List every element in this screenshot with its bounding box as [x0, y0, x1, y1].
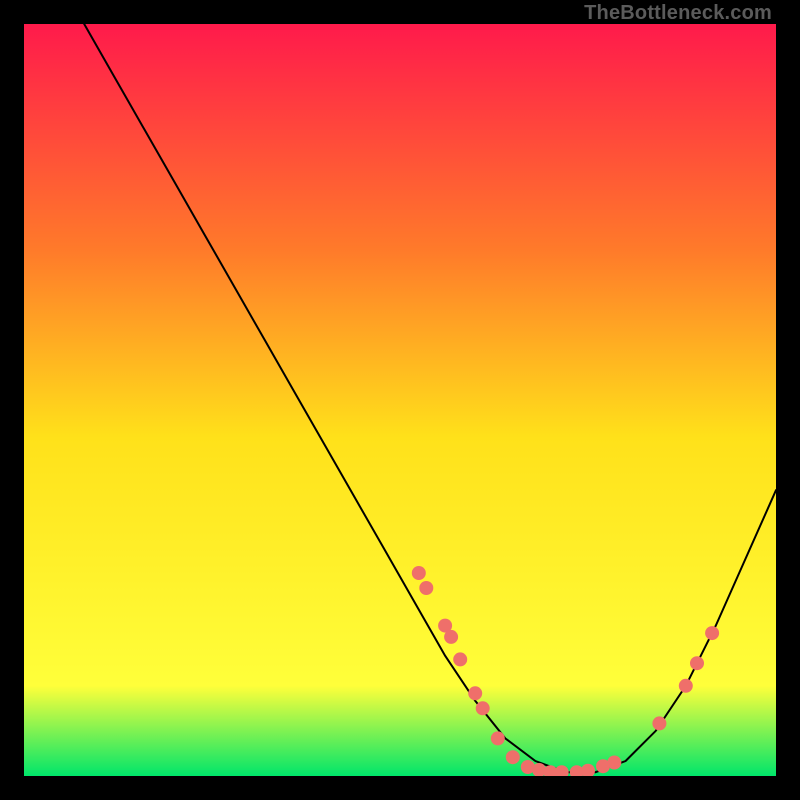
curve-marker — [419, 581, 433, 595]
curve-marker — [607, 756, 621, 770]
curve-marker — [506, 750, 520, 764]
curve-marker — [690, 656, 704, 670]
curve-marker — [652, 716, 666, 730]
curve-marker — [491, 731, 505, 745]
chart-frame — [24, 24, 776, 776]
curve-marker — [444, 630, 458, 644]
curve-marker — [705, 626, 719, 640]
curve-marker — [453, 652, 467, 666]
curve-marker — [679, 679, 693, 693]
watermark-text: TheBottleneck.com — [584, 2, 772, 25]
curve-marker — [468, 686, 482, 700]
curve-marker — [412, 566, 426, 580]
gradient-background — [24, 24, 776, 776]
bottleneck-chart — [24, 24, 776, 776]
curve-marker — [476, 701, 490, 715]
